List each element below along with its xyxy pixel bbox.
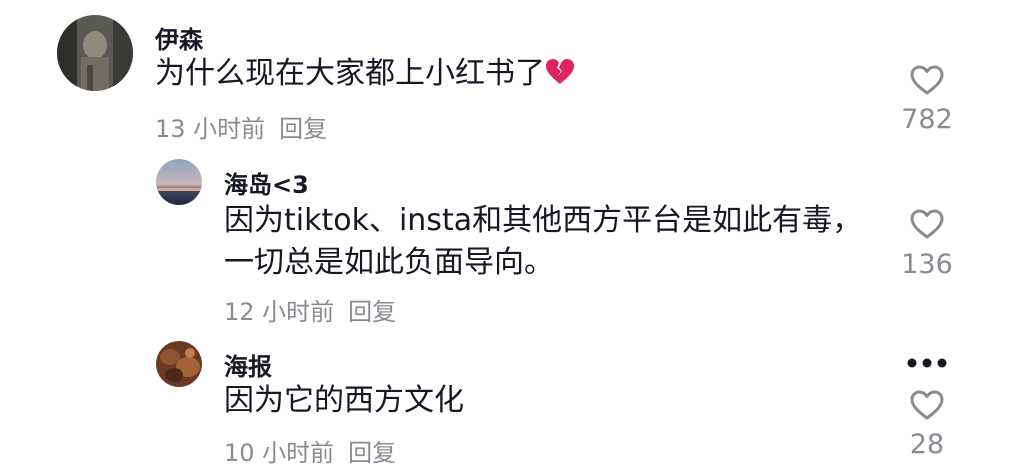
- heart-icon[interactable]: [910, 390, 944, 420]
- broken-heart-icon: [545, 56, 575, 98]
- comment-text: 因为tiktok、insta和其他西方平台是如此有毒， 一切总是如此负面导向。: [224, 200, 862, 284]
- heart-icon[interactable]: [910, 209, 944, 239]
- comment-time: 13 小时前: [155, 115, 266, 143]
- heart-icon[interactable]: [910, 65, 944, 95]
- comment-username[interactable]: 海报: [224, 347, 272, 382]
- like-count: 136: [901, 249, 953, 280]
- comment-meta: 12 小时前 回复: [224, 292, 396, 327]
- comment-text-body: 为什么现在大家都上小红书了: [155, 56, 545, 91]
- comment-username[interactable]: 伊森: [155, 20, 203, 55]
- avatar[interactable]: [156, 341, 202, 387]
- comment-username[interactable]: 海岛<3: [224, 165, 309, 200]
- comment-text-line: 一切总是如此负面导向。: [224, 245, 554, 280]
- more-dots-icon[interactable]: [905, 357, 949, 369]
- comment-meta: 10 小时前 回复: [224, 433, 396, 468]
- reply-button[interactable]: 回复: [348, 439, 396, 467]
- comment-thread: 伊森 为什么现在大家都上小红书了 13 小时前 回复 782 海岛<3 因为tik…: [0, 0, 1024, 475]
- comment-meta: 13 小时前 回复: [155, 109, 327, 144]
- avatar[interactable]: [57, 15, 133, 91]
- comment-time: 12 小时前: [224, 298, 335, 326]
- reply-button[interactable]: 回复: [348, 298, 396, 326]
- like-count: 782: [901, 104, 953, 135]
- comment-text-line: 因为tiktok、insta和其他西方平台是如此有毒，: [224, 203, 863, 238]
- like-count: 28: [909, 429, 945, 460]
- avatar[interactable]: [156, 159, 202, 205]
- reply-button[interactable]: 回复: [279, 115, 327, 143]
- comment-text: 因为它的西方文化: [224, 383, 464, 418]
- comment-time: 10 小时前: [224, 439, 335, 467]
- comment-text: 为什么现在大家都上小红书了: [155, 53, 575, 98]
